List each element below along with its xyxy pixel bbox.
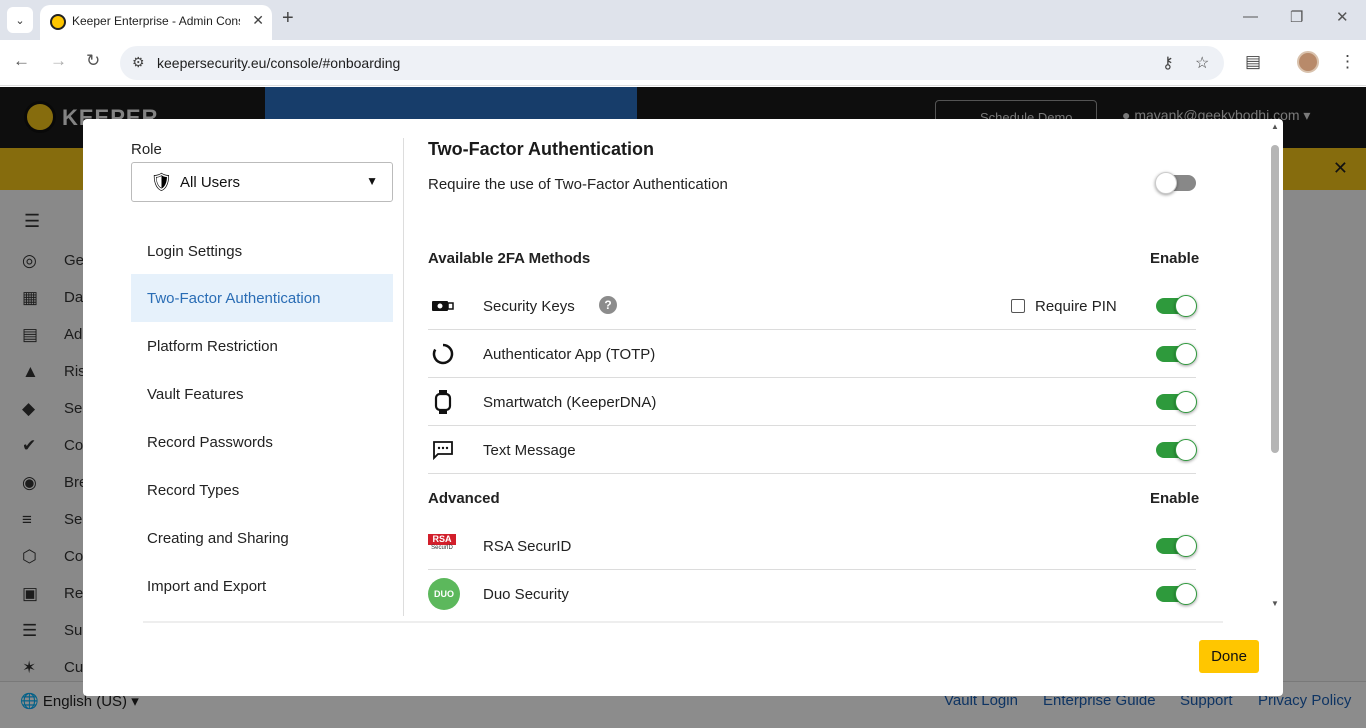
method-row-security-keys: Security Keys ? Require PIN: [428, 282, 1197, 330]
menu-two-factor-authentication[interactable]: Two-Factor Authentication: [131, 274, 393, 322]
toggle-knob: [1175, 295, 1197, 317]
browser-toolbar: ← → ↻ ⚙ keepersecurity.eu/console/#onboa…: [0, 40, 1366, 86]
method-label: Text Message: [483, 442, 576, 459]
profile-avatar[interactable]: [1297, 51, 1319, 73]
rsa-securid-toggle[interactable]: [1156, 535, 1197, 557]
menu-import-and-export[interactable]: Import and Export: [131, 562, 393, 610]
back-icon[interactable]: ←: [13, 51, 30, 71]
role-dropdown[interactable]: 🛡 All Users ▼: [131, 162, 393, 202]
rsa-logo-text: RSA: [428, 534, 456, 545]
menu-platform-restriction[interactable]: Platform Restriction: [131, 322, 393, 370]
enable-column-header: Enable: [1150, 490, 1200, 507]
role-value: All Users: [180, 174, 241, 191]
method-row-text-message: Text Message: [428, 426, 1197, 474]
forward-icon[interactable]: →: [50, 51, 67, 71]
toggle-knob: [1155, 172, 1177, 194]
text-message-toggle[interactable]: [1156, 439, 1197, 461]
restore-icon[interactable]: ❐: [1290, 8, 1303, 26]
tab-title: Keeper Enterprise - Admin Console: [72, 14, 240, 28]
enable-column-header: Enable: [1150, 250, 1200, 267]
toggle-knob: [1175, 439, 1197, 461]
window-close-icon[interactable]: ✕: [1336, 8, 1349, 26]
browser-menu-icon[interactable]: ⋮: [1339, 52, 1356, 72]
help-icon[interactable]: ?: [599, 296, 617, 314]
menu-login-settings[interactable]: Login Settings: [131, 227, 393, 275]
keeper-favicon-icon: [50, 14, 66, 30]
toggle-knob: [1175, 343, 1197, 365]
tab-close-icon[interactable]: ✕: [252, 12, 264, 29]
toggle-knob: [1175, 535, 1197, 557]
require-2fa-toggle[interactable]: [1155, 172, 1196, 194]
menu-record-types[interactable]: Record Types: [131, 466, 393, 514]
caret-down-icon: ▼: [366, 174, 378, 188]
smartwatch-toggle[interactable]: [1156, 391, 1197, 413]
authenticator-icon: [428, 341, 458, 367]
footer-divider: [143, 621, 1223, 623]
url-text[interactable]: keepersecurity.eu/console/#onboarding: [157, 55, 400, 71]
duo-logo-icon: DUO: [428, 578, 460, 610]
advanced-title: Advanced: [428, 490, 500, 507]
reload-icon[interactable]: ↻: [86, 51, 100, 71]
password-key-icon[interactable]: ⚷: [1162, 53, 1174, 73]
method-label: Authenticator App (TOTP): [483, 346, 656, 363]
scroll-up-icon[interactable]: ▲: [1271, 122, 1279, 131]
site-info-icon[interactable]: ⚙: [132, 54, 145, 71]
role-label: Role: [131, 141, 162, 158]
toggle-knob: [1175, 391, 1197, 413]
scroll-thumb[interactable]: [1271, 145, 1279, 453]
rsa-logo-icon: RSA SecurID: [428, 534, 456, 558]
shield-icon: 🛡: [150, 172, 173, 192]
available-methods-title: Available 2FA Methods: [428, 250, 591, 267]
bookmark-star-icon[interactable]: ☆: [1195, 53, 1209, 73]
minimize-icon[interactable]: —: [1243, 8, 1258, 25]
vertical-divider: [403, 138, 404, 616]
chevron-down-icon: ⌄: [15, 14, 25, 27]
require-pin-label[interactable]: Require PIN: [1035, 298, 1117, 315]
rsa-logo-subtext: SecurID: [431, 545, 453, 551]
sms-icon: [428, 437, 458, 463]
method-row-duo-security: DUO Duo Security: [428, 570, 1197, 618]
security-keys-toggle[interactable]: [1156, 295, 1197, 317]
tab-search-button[interactable]: ⌄: [7, 7, 33, 33]
require-2fa-label: Require the use of Two-Factor Authentica…: [428, 176, 728, 193]
method-row-smartwatch: Smartwatch (KeeperDNA): [428, 378, 1197, 426]
require-pin-checkbox[interactable]: [1011, 299, 1025, 313]
modal-scrollbar[interactable]: ▲ ▼: [1267, 119, 1283, 619]
menu-vault-features[interactable]: Vault Features: [131, 370, 393, 418]
smartwatch-icon: [428, 389, 458, 415]
method-row-rsa-securid: RSA SecurID RSA SecurID: [428, 522, 1197, 570]
method-label: Smartwatch (KeeperDNA): [483, 394, 657, 411]
browser-tab[interactable]: Keeper Enterprise - Admin Console ✕: [40, 5, 272, 40]
method-label: RSA SecurID: [483, 538, 572, 555]
security-key-icon: [428, 293, 458, 319]
two-factor-settings-modal: Role 🛡 All Users ▼ Login Settings Two-Fa…: [83, 119, 1283, 696]
scroll-down-icon[interactable]: ▼: [1271, 599, 1279, 608]
section-title: Two-Factor Authentication: [428, 139, 654, 159]
new-tab-button[interactable]: +: [282, 7, 294, 30]
menu-record-passwords[interactable]: Record Passwords: [131, 418, 393, 466]
extensions-icon[interactable]: ▤: [1245, 52, 1261, 72]
address-bar[interactable]: ⚙ keepersecurity.eu/console/#onboarding …: [120, 46, 1224, 80]
duo-security-toggle[interactable]: [1156, 583, 1197, 605]
method-row-authenticator-app: Authenticator App (TOTP): [428, 330, 1197, 378]
authenticator-app-toggle[interactable]: [1156, 343, 1197, 365]
menu-creating-and-sharing[interactable]: Creating and Sharing: [131, 514, 393, 562]
browser-tabstrip: ⌄ Keeper Enterprise - Admin Console ✕ + …: [0, 0, 1366, 40]
method-label: Security Keys: [483, 298, 575, 315]
toggle-knob: [1175, 583, 1197, 605]
done-button[interactable]: Done: [1199, 640, 1259, 673]
method-label: Duo Security: [483, 586, 569, 603]
